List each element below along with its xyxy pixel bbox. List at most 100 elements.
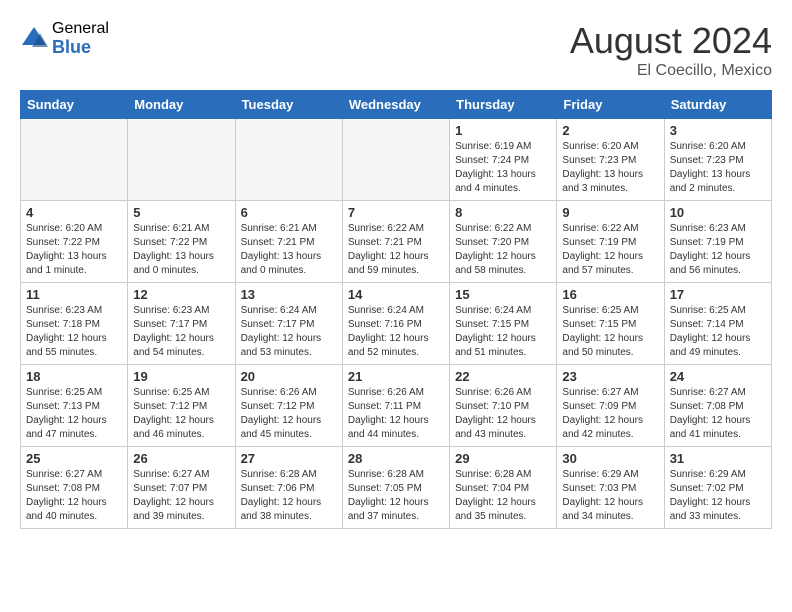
location: El Coecillo, Mexico: [570, 62, 772, 80]
day-info: Sunrise: 6:22 AM Sunset: 7:20 PM Dayligh…: [455, 222, 551, 278]
calendar-week-5: 25Sunrise: 6:27 AM Sunset: 7:08 PM Dayli…: [21, 447, 772, 529]
calendar-cell: [235, 119, 342, 201]
calendar-cell: 30 Sunrise: 6:29 AM Sunset: 7:03 PM Dayli…: [557, 447, 664, 529]
day-number: 26: [133, 451, 229, 466]
calendar-cell: 29 Sunrise: 6:28 AM Sunset: 7:04 PM Dayli…: [450, 447, 557, 529]
day-info: Sunrise: 6:24 AM Sunset: 7:17 PM Dayligh…: [241, 304, 337, 360]
day-info: Sunrise: 6:25 AM Sunset: 7:15 PM Dayligh…: [562, 304, 658, 360]
day-number: 2: [562, 123, 658, 138]
calendar-header-row: SundayMondayTuesdayWednesdayThursdayFrid…: [21, 91, 772, 119]
calendar-cell: 4Sunrise: 6:20 AM Sunset: 7:22 PM Daylig…: [21, 201, 128, 283]
day-info: Sunrise: 6:28 AM Sunset: 7:05 PM Dayligh…: [348, 468, 444, 524]
day-info: Sunrise: 6:26 AM Sunset: 7:11 PM Dayligh…: [348, 386, 444, 442]
weekday-header-friday: Friday: [557, 91, 664, 119]
day-number: 11: [26, 287, 122, 302]
day-info: Sunrise: 6:25 AM Sunset: 7:14 PM Dayligh…: [670, 304, 766, 360]
calendar-cell: 18 Sunrise: 6:25 AM Sunset: 7:13 PM Dayli…: [21, 365, 128, 447]
day-number: 9: [562, 205, 658, 220]
calendar-cell: 14 Sunrise: 6:24 AM Sunset: 7:16 PM Dayli…: [342, 283, 449, 365]
calendar-cell: 24Sunrise: 6:27 AM Sunset: 7:08 PM Dayli…: [664, 365, 771, 447]
day-info: Sunrise: 6:24 AM Sunset: 7:16 PM Dayligh…: [348, 304, 444, 360]
day-info: Sunrise: 6:28 AM Sunset: 7:06 PM Dayligh…: [241, 468, 337, 524]
day-info: Sunrise: 6:21 AM Sunset: 7:22 PM Dayligh…: [133, 222, 229, 278]
calendar-cell: [342, 119, 449, 201]
calendar-cell: [128, 119, 235, 201]
day-number: 29: [455, 451, 551, 466]
logo-text: General Blue: [52, 20, 109, 57]
calendar-cell: 11Sunrise: 6:23 AM Sunset: 7:18 PM Dayli…: [21, 283, 128, 365]
calendar-table: SundayMondayTuesdayWednesdayThursdayFrid…: [20, 90, 772, 529]
day-number: 8: [455, 205, 551, 220]
day-number: 13: [241, 287, 337, 302]
weekday-header-tuesday: Tuesday: [235, 91, 342, 119]
calendar-cell: 22 Sunrise: 6:26 AM Sunset: 7:10 PM Dayli…: [450, 365, 557, 447]
calendar-cell: 25Sunrise: 6:27 AM Sunset: 7:08 PM Dayli…: [21, 447, 128, 529]
calendar-week-2: 4Sunrise: 6:20 AM Sunset: 7:22 PM Daylig…: [21, 201, 772, 283]
day-number: 6: [241, 205, 337, 220]
day-number: 14: [348, 287, 444, 302]
day-info: Sunrise: 6:26 AM Sunset: 7:12 PM Dayligh…: [241, 386, 337, 442]
day-number: 17: [670, 287, 766, 302]
calendar-cell: 12 Sunrise: 6:23 AM Sunset: 7:17 PM Dayli…: [128, 283, 235, 365]
calendar-week-4: 18 Sunrise: 6:25 AM Sunset: 7:13 PM Dayli…: [21, 365, 772, 447]
calendar-cell: 19Sunrise: 6:25 AM Sunset: 7:12 PM Dayli…: [128, 365, 235, 447]
calendar-cell: 21 Sunrise: 6:26 AM Sunset: 7:11 PM Dayli…: [342, 365, 449, 447]
month-title: August 2024: [570, 20, 772, 62]
day-number: 1: [455, 123, 551, 138]
day-info: Sunrise: 6:28 AM Sunset: 7:04 PM Dayligh…: [455, 468, 551, 524]
day-number: 22: [455, 369, 551, 384]
title-block: August 2024 El Coecillo, Mexico: [570, 20, 772, 80]
day-info: Sunrise: 6:24 AM Sunset: 7:15 PM Dayligh…: [455, 304, 551, 360]
calendar-week-1: 1 Sunrise: 6:19 AM Sunset: 7:24 PM Daylig…: [21, 119, 772, 201]
day-number: 10: [670, 205, 766, 220]
day-info: Sunrise: 6:21 AM Sunset: 7:21 PM Dayligh…: [241, 222, 337, 278]
calendar-cell: 7 Sunrise: 6:22 AM Sunset: 7:21 PM Daylig…: [342, 201, 449, 283]
calendar-cell: 8 Sunrise: 6:22 AM Sunset: 7:20 PM Daylig…: [450, 201, 557, 283]
day-number: 7: [348, 205, 444, 220]
day-info: Sunrise: 6:25 AM Sunset: 7:13 PM Dayligh…: [26, 386, 122, 442]
day-number: 31: [670, 451, 766, 466]
logo-general: General: [52, 20, 109, 38]
calendar-cell: 3Sunrise: 6:20 AM Sunset: 7:23 PM Daylig…: [664, 119, 771, 201]
calendar-cell: 5 Sunrise: 6:21 AM Sunset: 7:22 PM Daylig…: [128, 201, 235, 283]
calendar-body: 1 Sunrise: 6:19 AM Sunset: 7:24 PM Daylig…: [21, 119, 772, 529]
calendar-cell: 20 Sunrise: 6:26 AM Sunset: 7:12 PM Dayli…: [235, 365, 342, 447]
day-number: 27: [241, 451, 337, 466]
day-info: Sunrise: 6:25 AM Sunset: 7:12 PM Dayligh…: [133, 386, 229, 442]
weekday-header-monday: Monday: [128, 91, 235, 119]
day-info: Sunrise: 6:22 AM Sunset: 7:19 PM Dayligh…: [562, 222, 658, 278]
day-number: 18: [26, 369, 122, 384]
day-number: 23: [562, 369, 658, 384]
weekday-header-sunday: Sunday: [21, 91, 128, 119]
day-number: 24: [670, 369, 766, 384]
day-info: Sunrise: 6:26 AM Sunset: 7:10 PM Dayligh…: [455, 386, 551, 442]
day-info: Sunrise: 6:29 AM Sunset: 7:02 PM Dayligh…: [670, 468, 766, 524]
logo-icon: [20, 25, 48, 53]
day-info: Sunrise: 6:23 AM Sunset: 7:17 PM Dayligh…: [133, 304, 229, 360]
calendar-cell: 16 Sunrise: 6:25 AM Sunset: 7:15 PM Dayli…: [557, 283, 664, 365]
day-info: Sunrise: 6:20 AM Sunset: 7:23 PM Dayligh…: [562, 140, 658, 196]
day-info: Sunrise: 6:29 AM Sunset: 7:03 PM Dayligh…: [562, 468, 658, 524]
day-info: Sunrise: 6:22 AM Sunset: 7:21 PM Dayligh…: [348, 222, 444, 278]
calendar-cell: 31 Sunrise: 6:29 AM Sunset: 7:02 PM Dayli…: [664, 447, 771, 529]
day-number: 16: [562, 287, 658, 302]
day-info: Sunrise: 6:20 AM Sunset: 7:22 PM Dayligh…: [26, 222, 122, 278]
page-header: General Blue August 2024 El Coecillo, Me…: [20, 20, 772, 80]
day-number: 5: [133, 205, 229, 220]
calendar-cell: 10 Sunrise: 6:23 AM Sunset: 7:19 PM Dayli…: [664, 201, 771, 283]
day-info: Sunrise: 6:23 AM Sunset: 7:19 PM Dayligh…: [670, 222, 766, 278]
day-info: Sunrise: 6:27 AM Sunset: 7:08 PM Dayligh…: [26, 468, 122, 524]
day-number: 21: [348, 369, 444, 384]
day-info: Sunrise: 6:19 AM Sunset: 7:24 PM Dayligh…: [455, 140, 551, 196]
calendar-cell: 1 Sunrise: 6:19 AM Sunset: 7:24 PM Daylig…: [450, 119, 557, 201]
calendar-cell: 15Sunrise: 6:24 AM Sunset: 7:15 PM Dayli…: [450, 283, 557, 365]
logo: General Blue: [20, 20, 109, 57]
calendar-cell: 27 Sunrise: 6:28 AM Sunset: 7:06 PM Dayli…: [235, 447, 342, 529]
day-number: 20: [241, 369, 337, 384]
calendar-cell: 6 Sunrise: 6:21 AM Sunset: 7:21 PM Daylig…: [235, 201, 342, 283]
day-number: 30: [562, 451, 658, 466]
day-info: Sunrise: 6:27 AM Sunset: 7:09 PM Dayligh…: [562, 386, 658, 442]
day-number: 12: [133, 287, 229, 302]
calendar-cell: 17 Sunrise: 6:25 AM Sunset: 7:14 PM Dayli…: [664, 283, 771, 365]
calendar-week-3: 11Sunrise: 6:23 AM Sunset: 7:18 PM Dayli…: [21, 283, 772, 365]
